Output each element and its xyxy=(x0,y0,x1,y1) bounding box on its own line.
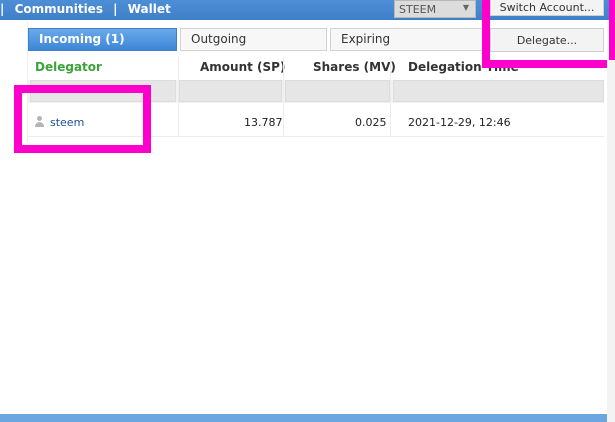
amount-cell: 13.787 xyxy=(244,116,283,129)
nav-separator: | xyxy=(0,2,5,16)
table-filter-row xyxy=(28,80,604,103)
delegator-link[interactable]: steem xyxy=(50,116,84,129)
filter-time-input[interactable] xyxy=(393,80,604,102)
switch-account-button[interactable]: Switch Account... xyxy=(490,0,604,16)
bottom-bar xyxy=(0,414,607,422)
caret-down-icon: ▼ xyxy=(462,3,469,12)
currency-select[interactable]: STEEM ▼ xyxy=(394,0,476,18)
column-divider xyxy=(178,57,179,136)
user-icon xyxy=(34,116,45,127)
filter-shares-input[interactable] xyxy=(285,80,390,102)
tab-outgoing[interactable]: Outgoing xyxy=(180,28,327,51)
nav-separator: | xyxy=(113,2,118,16)
shares-cell: 0.025 xyxy=(355,116,387,129)
delegator-cell: steem xyxy=(34,116,84,129)
tab-expiring[interactable]: Expiring xyxy=(330,28,484,51)
filter-delegator-input[interactable] xyxy=(30,80,176,102)
top-nav: | Communities | Wallet xyxy=(0,2,177,16)
column-header-delegator[interactable]: Delegator xyxy=(35,60,102,74)
page-edge xyxy=(607,60,615,422)
currency-select-value: STEEM xyxy=(399,3,437,16)
table-header-row: Delegator Amount (SP) Shares (MV) Delega… xyxy=(28,57,604,77)
column-header-shares[interactable]: Shares (MV) xyxy=(313,60,396,74)
delegation-time-cell: 2021-12-29, 12:46 xyxy=(408,116,511,129)
tab-incoming[interactable]: Incoming (1) xyxy=(28,28,177,51)
column-header-amount[interactable]: Amount (SP) xyxy=(200,60,285,74)
nav-wallet[interactable]: Wallet xyxy=(128,2,171,16)
column-divider xyxy=(283,57,284,136)
column-divider xyxy=(390,57,391,136)
delegate-button[interactable]: Delegate... xyxy=(490,28,604,52)
filter-amount-input[interactable] xyxy=(179,80,282,102)
table-row: steem 13.787 0.025 2021-12-29, 12:46 xyxy=(28,110,604,137)
nav-communities[interactable]: Communities xyxy=(15,2,103,16)
column-header-delegation-time[interactable]: Delegation Time xyxy=(408,60,519,74)
